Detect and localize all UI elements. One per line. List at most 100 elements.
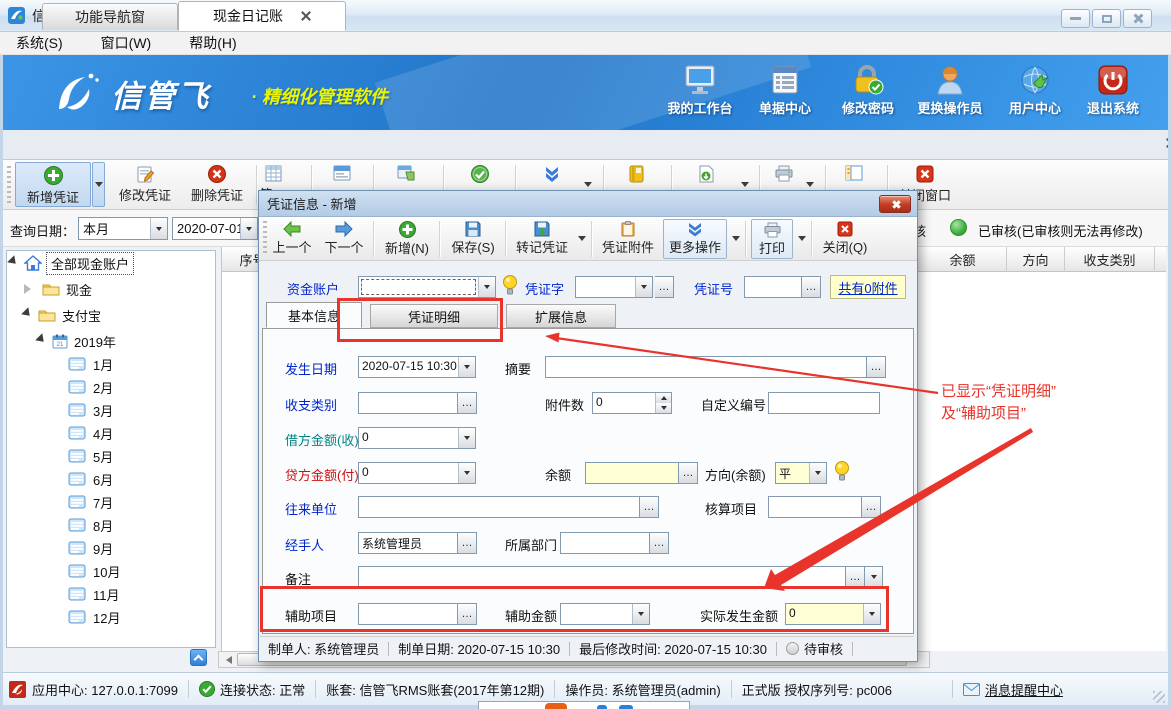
tree-node-month[interactable]: 7月 xyxy=(68,491,113,513)
tree-node-month[interactable]: 2月 xyxy=(68,376,113,398)
voucher-no-field[interactable] xyxy=(744,276,802,298)
print-dropdown[interactable] xyxy=(795,221,808,255)
chevron-down-icon[interactable] xyxy=(458,463,475,483)
new-voucher-button[interactable]: 新增凭证 xyxy=(15,162,91,207)
attach-count-spinner[interactable]: 0 xyxy=(592,392,672,414)
query-period-combo[interactable]: 本月 xyxy=(78,217,168,240)
accounting-more-button[interactable]: … xyxy=(862,496,881,518)
message-center-link[interactable]: 消息提醒中心 xyxy=(985,680,1063,699)
header-action-user-center[interactable]: 用户中心 xyxy=(993,65,1077,117)
header-action-document-center[interactable]: 单据中心 xyxy=(743,65,827,117)
dialog-add-button[interactable]: 新增(N) xyxy=(379,219,435,259)
more-operations-button[interactable]: 更多操作 xyxy=(663,219,727,259)
chevron-down-icon[interactable] xyxy=(478,277,495,297)
edit-voucher-button[interactable]: 修改凭证 xyxy=(111,162,179,207)
tree-node-cash[interactable]: 现金 xyxy=(24,278,92,300)
more-operations-dropdown[interactable] xyxy=(729,221,742,255)
handler-field[interactable]: 系统管理员 xyxy=(358,532,458,554)
tree-node-root[interactable]: 全部现金账户 xyxy=(10,252,134,274)
next-button[interactable]: 下一个 xyxy=(319,219,369,259)
header-action-workbench[interactable]: 我的工作台 xyxy=(658,65,742,117)
tree-node-alipay[interactable]: 支付宝 xyxy=(24,304,101,326)
voucher-no-more-button[interactable]: … xyxy=(802,276,821,298)
tree-node-month[interactable]: 12月 xyxy=(68,606,120,628)
chevron-down-icon[interactable] xyxy=(635,277,652,297)
remark-field[interactable] xyxy=(358,566,846,588)
remark-dropdown[interactable] xyxy=(865,566,883,588)
header-action-change-password[interactable]: 修改密码 xyxy=(826,65,910,117)
chevron-down-icon[interactable] xyxy=(150,218,167,239)
tree-node-month[interactable]: 1月 xyxy=(68,353,113,375)
spin-up-button[interactable] xyxy=(656,393,671,403)
tree-node-month[interactable]: 6月 xyxy=(68,468,113,490)
tree-node-month[interactable]: 5月 xyxy=(68,445,113,467)
menu-system[interactable]: 系统(S) xyxy=(6,31,73,55)
counterpart-more-button[interactable]: … xyxy=(640,496,659,518)
header-action-switch-operator[interactable]: 更换操作员 xyxy=(908,65,992,117)
dialog-close-button[interactable] xyxy=(879,195,911,213)
column-balance[interactable]: 余额 xyxy=(919,247,1007,272)
remark-more-button[interactable]: … xyxy=(846,566,865,588)
dialog-close-toolbar-button[interactable]: 关闭(Q) xyxy=(817,219,873,259)
resize-grip[interactable] xyxy=(1153,691,1165,703)
sidebar-collapse-button[interactable] xyxy=(190,649,207,666)
voucher-word-combo[interactable] xyxy=(575,276,653,298)
column-category[interactable]: 收支类别 xyxy=(1065,247,1155,272)
save-button[interactable]: 保存(S) xyxy=(445,219,501,259)
credit-combo[interactable]: 0 xyxy=(358,462,476,484)
tree-node-year[interactable]: 21 2019年 xyxy=(38,330,116,352)
tree-node-month[interactable]: 9月 xyxy=(68,537,113,559)
close-button[interactable] xyxy=(1123,9,1152,28)
debit-combo[interactable]: 0 xyxy=(358,427,476,449)
dialog-print-button[interactable]: 打印 xyxy=(751,219,793,259)
chevron-down-icon[interactable] xyxy=(458,428,475,448)
transfer-dropdown[interactable] xyxy=(575,221,588,255)
chevron-down-icon[interactable] xyxy=(809,463,826,483)
query-date-combo[interactable]: 2020-07-01 xyxy=(172,217,258,240)
maximize-button[interactable] xyxy=(1092,9,1121,28)
accounting-field[interactable] xyxy=(768,496,862,518)
tab-close-icon[interactable] xyxy=(301,11,311,21)
tree-node-month[interactable]: 10月 xyxy=(68,560,120,582)
spin-down-button[interactable] xyxy=(656,403,671,413)
handler-more-button[interactable]: … xyxy=(458,532,477,554)
tree-node-month[interactable]: 3月 xyxy=(68,399,113,421)
prev-button[interactable]: 上一个 xyxy=(267,219,317,259)
expand-icon[interactable] xyxy=(21,307,37,323)
delete-voucher-button[interactable]: 删除凭证 xyxy=(183,162,251,207)
tree-node-month[interactable]: 4月 xyxy=(68,422,113,444)
counterpart-field[interactable] xyxy=(358,496,640,518)
voucher-word-more-button[interactable]: … xyxy=(655,276,674,298)
collapsed-icon[interactable] xyxy=(24,284,36,294)
voucher-attachment-button[interactable]: 凭证附件 xyxy=(597,219,659,259)
bulb-icon[interactable] xyxy=(503,274,517,296)
menu-help[interactable]: 帮助(H) xyxy=(179,31,246,55)
header-action-exit-system[interactable]: 退出系统 xyxy=(1071,65,1155,117)
scroll-left-icon[interactable] xyxy=(222,656,232,664)
tab-cash-journal[interactable]: 现金日记账 xyxy=(178,1,346,31)
summary-more-button[interactable]: … xyxy=(867,356,886,378)
tree-node-month[interactable]: 11月 xyxy=(68,583,120,605)
tab-extended-info[interactable]: 扩展信息 xyxy=(506,304,616,328)
category-more-button[interactable]: … xyxy=(458,392,477,414)
balance-field[interactable] xyxy=(585,462,679,484)
direction-combo[interactable]: 平 xyxy=(775,462,827,484)
department-field[interactable] xyxy=(560,532,650,554)
date-combo[interactable]: 2020-07-15 10:30 xyxy=(358,356,476,378)
bulb-icon[interactable] xyxy=(835,460,849,482)
account-combo[interactable] xyxy=(358,276,496,298)
chevron-down-icon[interactable] xyxy=(240,218,257,239)
expand-icon[interactable] xyxy=(7,255,23,271)
attachment-count-link[interactable]: 共有0附件 xyxy=(830,275,906,299)
custom-no-field[interactable] xyxy=(768,392,880,414)
expand-icon[interactable] xyxy=(35,333,51,349)
minimize-button[interactable] xyxy=(1061,9,1090,28)
chevron-down-icon[interactable] xyxy=(458,357,475,377)
menu-window[interactable]: 窗口(W) xyxy=(91,31,162,55)
new-voucher-dropdown[interactable] xyxy=(92,162,105,207)
balance-more-button[interactable]: … xyxy=(679,462,698,484)
department-more-button[interactable]: … xyxy=(650,532,669,554)
tree-node-month[interactable]: 8月 xyxy=(68,514,113,536)
tab-nav-pane[interactable]: 功能导航窗 xyxy=(42,3,178,30)
transfer-voucher-button[interactable]: 转记凭证 xyxy=(511,219,573,259)
